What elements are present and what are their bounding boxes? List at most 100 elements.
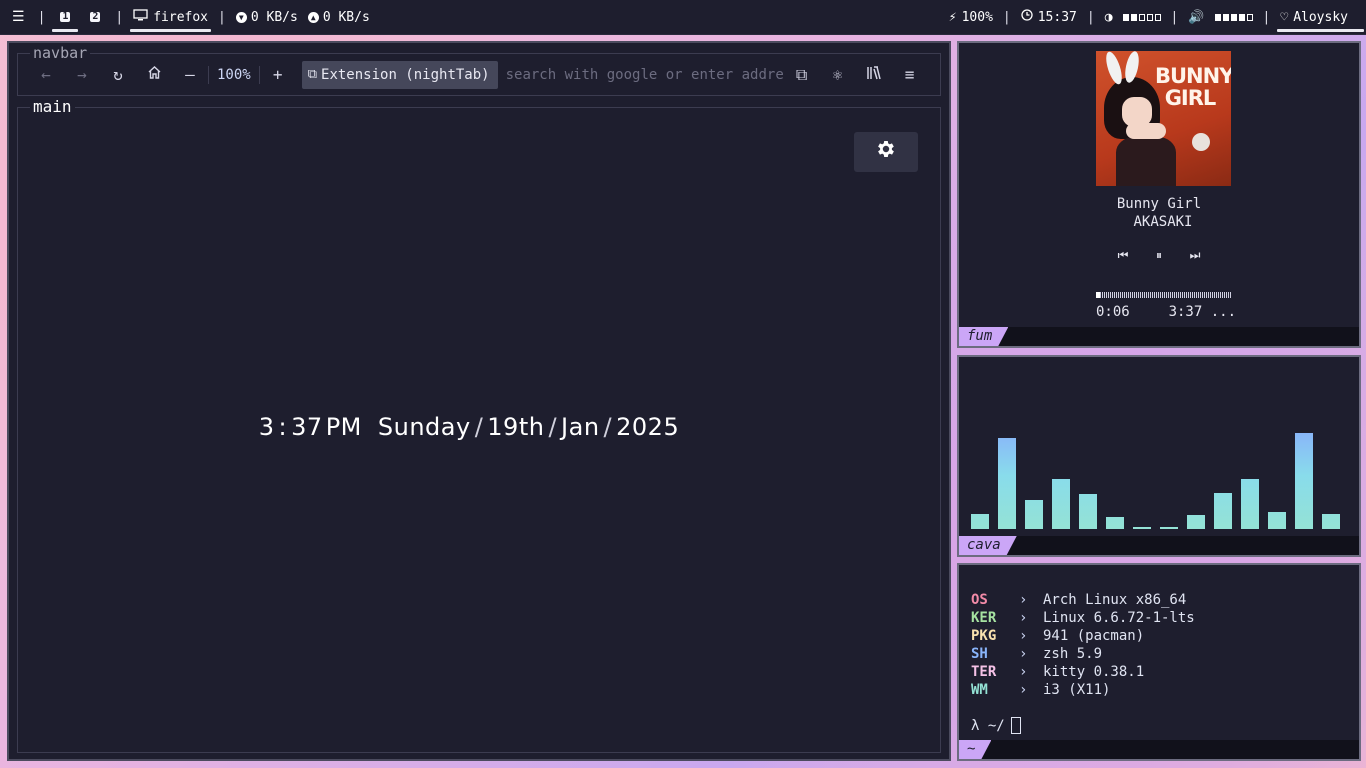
visualizer-bar: [1079, 494, 1097, 529]
visualizer-bar: [971, 514, 989, 529]
info-arrow: ›: [1019, 646, 1028, 662]
react-devtools-button[interactable]: ⚛: [820, 60, 856, 90]
back-button[interactable]: ←: [28, 60, 64, 90]
url-bar[interactable]: ⧉ Extension (nightTab): [301, 60, 784, 89]
date-separator: /: [548, 413, 558, 441]
user-label: Aloysky: [1293, 9, 1348, 25]
menu-button[interactable]: ≡: [892, 60, 928, 90]
shell-prompt[interactable]: λ ~/: [971, 717, 1021, 734]
date-year: 2025: [616, 413, 680, 441]
arrow-left-icon: ←: [41, 65, 51, 84]
url-input[interactable]: [505, 66, 784, 83]
extensions-button[interactable]: ⧉: [784, 60, 820, 90]
meter-cell: [1246, 13, 1253, 21]
meter-cell: [1130, 13, 1137, 21]
info-key: PKG: [971, 628, 997, 644]
net-down-label: 0 KB/s: [250, 9, 298, 25]
main-group: main 3 : 37 PM Sunday / 19th / Jan / 202…: [17, 98, 941, 753]
zoom-out-button[interactable]: —: [172, 60, 208, 90]
minus-icon: —: [185, 65, 195, 84]
elapsed-time: 0:06: [1096, 304, 1130, 320]
visualizer-bar: [1133, 527, 1151, 529]
visualizer-bar: [1106, 517, 1124, 529]
user: ♡ Aloysky: [1275, 0, 1366, 34]
total-time: 3:37 ...: [1168, 304, 1236, 320]
home-button[interactable]: [136, 60, 172, 90]
clock-icon: [1021, 9, 1033, 25]
clock-separator: :: [278, 413, 288, 441]
workspace-2[interactable]: 2: [80, 0, 110, 34]
system-info-row: WM › i3 (X11): [971, 681, 1195, 699]
net-up-label: 0 KB/s: [322, 9, 370, 25]
window-title: firefox: [128, 0, 213, 34]
music-player-window: BUNNY GIRL Bunny Girl AKASAKI ⏮ ⏸ ⏭ 0:06…: [957, 41, 1361, 348]
date-date: 19th: [487, 413, 545, 441]
info-arrow: ›: [1019, 664, 1028, 680]
reload-icon: ↻: [113, 65, 123, 84]
atom-icon: ⚛: [832, 65, 843, 84]
info-value: Arch Linux x86_64: [1043, 592, 1187, 608]
separator: |: [1170, 9, 1179, 25]
system-info-row: OS › Arch Linux x86_64: [971, 591, 1195, 609]
previous-icon[interactable]: ⏮: [1115, 248, 1131, 263]
terminal-window[interactable]: OS › Arch Linux x86_64 KER › Linux 6.6.72-1-l…: [957, 563, 1361, 761]
separator: |: [1002, 9, 1011, 25]
extension-chip-label: Extension (nightTab): [321, 66, 490, 83]
pause-icon[interactable]: ⏸: [1151, 248, 1167, 263]
playback-controls: ⏮ ⏸ ⏭: [959, 248, 1359, 263]
system-info-row: PKG › 941 (pacman): [971, 627, 1195, 645]
date-day: Sunday: [377, 413, 471, 441]
speaker-icon: 🔊: [1188, 9, 1205, 25]
battery-label: 100%: [961, 9, 993, 25]
zoom-level[interactable]: 100%: [208, 65, 260, 84]
library-icon: [866, 65, 882, 84]
date-separator: /: [603, 413, 613, 441]
info-key: KER: [971, 610, 997, 626]
meter-cell: [1146, 13, 1153, 21]
track-progress[interactable]: [1096, 292, 1231, 298]
visualizer-bar: [1241, 479, 1259, 529]
separator: |: [1086, 9, 1095, 25]
cover-art-hands: [1126, 123, 1166, 139]
workspace-1[interactable]: 1: [50, 0, 80, 34]
info-value: 941 (pacman): [1043, 628, 1145, 644]
brightness[interactable]: ◑: [1100, 0, 1166, 34]
clock-label: 15:37: [1037, 9, 1077, 25]
clock-minutes: 37: [291, 413, 323, 441]
track-title: Bunny Girl: [1116, 196, 1202, 212]
zoom-in-button[interactable]: +: [260, 60, 296, 90]
next-icon[interactable]: ⏭: [1187, 248, 1203, 263]
prompt-text: λ ~/: [971, 717, 1005, 734]
info-arrow: ›: [1019, 682, 1028, 698]
volume-meter: [1214, 13, 1253, 21]
separator: |: [115, 9, 124, 25]
meter-cell: [1238, 13, 1245, 21]
volume[interactable]: 🔊: [1183, 0, 1257, 34]
download-icon: ▼: [235, 11, 247, 23]
cover-art-ball: [1192, 133, 1210, 151]
info-value: Linux 6.6.72-1-lts: [1043, 610, 1195, 626]
system-info-row: SH › zsh 5.9: [971, 645, 1195, 663]
clock: 15:37: [1016, 0, 1082, 34]
text-cursor: [1010, 717, 1021, 734]
menu-icon[interactable]: ☰: [0, 0, 33, 34]
cover-title-line1: BUNNY: [1155, 64, 1231, 88]
gear-icon: [875, 138, 897, 166]
home-icon: [147, 65, 162, 84]
workspace-1-label: 1: [60, 11, 71, 22]
meter-cell: [1222, 13, 1229, 21]
meter-cell: [1122, 13, 1129, 21]
visualizer-bar: [1214, 493, 1232, 529]
forward-button[interactable]: →: [64, 60, 100, 90]
window-tag-bar: ~: [959, 740, 1359, 759]
date-separator: /: [474, 413, 484, 441]
reload-button[interactable]: ↻: [100, 60, 136, 90]
net-up: ▲ 0 KB/s: [303, 0, 375, 34]
settings-button[interactable]: [854, 132, 918, 172]
main-label: main: [30, 98, 75, 116]
library-button[interactable]: [856, 60, 892, 90]
extension-identity-chip[interactable]: ⧉ Extension (nightTab): [301, 60, 498, 89]
visualizer-bar: [998, 438, 1016, 529]
nighttab-clock-date: 3 : 37 PM Sunday / 19th / Jan / 2025: [18, 413, 940, 441]
separator: |: [1262, 9, 1271, 25]
